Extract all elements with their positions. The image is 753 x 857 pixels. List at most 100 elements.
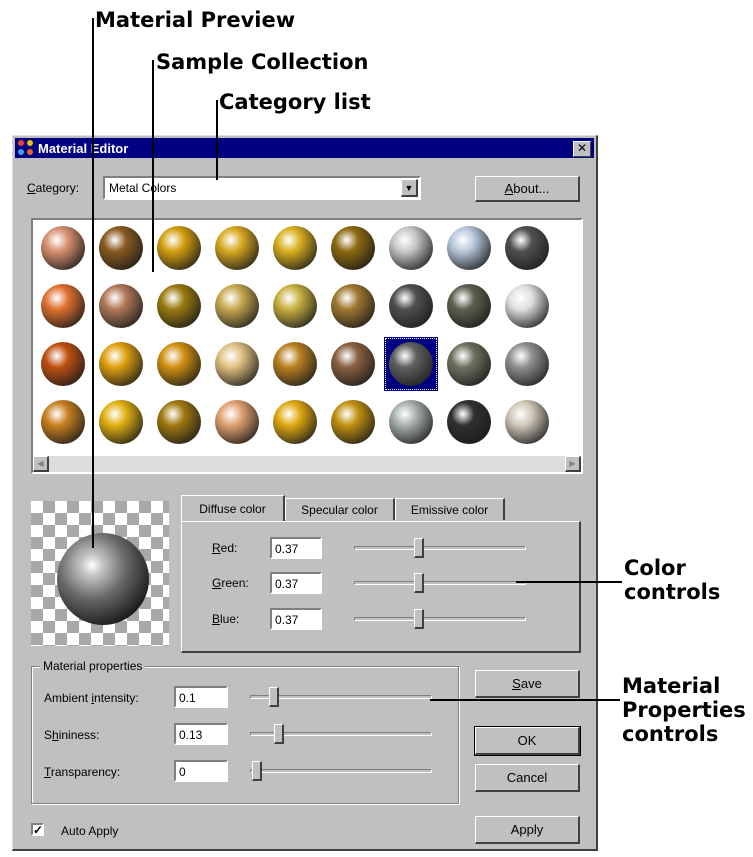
callout-material-line2: Properties	[622, 698, 746, 723]
auto-apply-label: Auto Apply	[61, 824, 119, 838]
callout-category-list: Category list	[219, 90, 371, 114]
chevron-down-icon[interactable]: ▼	[401, 179, 418, 197]
ambient-intensity-label: Ambient intensity:	[44, 691, 139, 705]
blue-label: Blue:	[212, 612, 240, 626]
red-input[interactable]: 0.37	[270, 537, 322, 559]
material-sample-sphere[interactable]	[331, 284, 375, 328]
material-sample-sphere[interactable]	[389, 400, 433, 444]
green-input[interactable]: 0.37	[270, 572, 322, 594]
material-sample-sphere[interactable]	[273, 284, 317, 328]
material-sample-sphere[interactable]	[447, 226, 491, 270]
material-sample-sphere[interactable]	[41, 342, 85, 386]
scroll-left-icon[interactable]: ◀	[33, 456, 49, 472]
material-sample-sphere[interactable]	[99, 226, 143, 270]
save-button[interactable]: Save	[475, 670, 580, 698]
shininess-input[interactable]: 0.13	[174, 723, 228, 745]
tab-specular-color[interactable]: Specular color	[285, 498, 395, 520]
material-properties-title: Material properties	[40, 659, 146, 673]
ambient-intensity-input[interactable]: 0.1	[174, 686, 228, 708]
material-sample-sphere[interactable]	[447, 284, 491, 328]
category-label: Category:	[27, 181, 80, 195]
material-sample-sphere[interactable]	[157, 342, 201, 386]
material-sample-sphere[interactable]	[505, 284, 549, 328]
leader-material-preview	[92, 18, 94, 548]
material-sample-sphere[interactable]	[505, 226, 549, 270]
red-label: Red:	[212, 541, 238, 555]
category-dropdown[interactable]: Metal Colors ▼	[103, 176, 421, 200]
category-value: Metal Colors	[109, 181, 177, 195]
close-button[interactable]: ✕	[573, 141, 591, 157]
auto-apply-checkbox[interactable]: ✓	[31, 823, 44, 836]
red-slider-thumb[interactable]	[413, 538, 424, 558]
material-sample-sphere[interactable]	[505, 342, 549, 386]
cancel-button[interactable]: Cancel	[475, 764, 580, 792]
leader-sample-collection	[152, 60, 154, 272]
transparency-label: Transparency:	[44, 765, 121, 779]
material-sample-sphere[interactable]	[505, 400, 549, 444]
tab-emissive-color[interactable]: Emissive color	[395, 498, 505, 520]
callout-color-line1: Color	[624, 556, 686, 580]
ok-button[interactable]: OK	[474, 726, 581, 756]
preview-sphere	[57, 533, 149, 625]
material-sample-sphere[interactable]	[389, 284, 433, 328]
transparency-slider-thumb[interactable]	[252, 761, 262, 781]
material-sample-sphere[interactable]	[99, 284, 143, 328]
material-sample-sphere[interactable]	[157, 400, 201, 444]
material-sample-sphere[interactable]	[273, 400, 317, 444]
apply-button[interactable]: Apply	[475, 816, 580, 844]
material-sample-sphere[interactable]	[215, 342, 259, 386]
callout-sample-collection: Sample Collection	[156, 50, 369, 74]
material-sample-sphere[interactable]	[389, 342, 433, 386]
color-controls-panel: Red: 0.37 Green: 0.37 Blue: 0.37	[181, 521, 581, 653]
leader-material-properties	[430, 699, 620, 701]
material-sample-sphere[interactable]	[41, 400, 85, 444]
material-sample-sphere[interactable]	[41, 284, 85, 328]
scroll-right-icon[interactable]: ▶	[565, 456, 581, 472]
material-sample-sphere[interactable]	[215, 400, 259, 444]
material-preview	[31, 501, 169, 646]
transparency-slider-track[interactable]	[250, 769, 432, 773]
app-icon	[18, 140, 34, 156]
green-label: Green:	[212, 576, 249, 590]
callout-material-line1: Material	[622, 674, 721, 698]
about-button[interactable]: About...	[475, 176, 580, 202]
ambient-slider-thumb[interactable]	[268, 687, 279, 707]
check-icon: ✓	[33, 823, 44, 837]
callout-color-line2: controls	[624, 580, 721, 605]
green-slider-track[interactable]	[354, 581, 526, 585]
callout-material-preview: Material Preview	[95, 8, 296, 32]
shininess-slider-thumb[interactable]	[273, 724, 284, 744]
material-sample-sphere[interactable]	[41, 226, 85, 270]
material-sample-sphere[interactable]	[331, 342, 375, 386]
transparency-input[interactable]: 0	[174, 760, 228, 782]
blue-slider-thumb[interactable]	[413, 609, 424, 629]
callout-color-controls: Color controls	[624, 556, 720, 604]
material-sample-sphere[interactable]	[273, 226, 317, 270]
material-sample-sphere[interactable]	[447, 342, 491, 386]
material-sample-sphere[interactable]	[99, 400, 143, 444]
leader-color-controls	[516, 581, 622, 583]
material-editor-dialog: Material Editor ✕ Category: Metal Colors…	[12, 135, 598, 851]
red-slider-track[interactable]	[354, 546, 526, 550]
tab-diffuse-color[interactable]: Diffuse color	[181, 495, 285, 521]
material-properties-group: Material properties Ambient intensity: 0…	[31, 659, 459, 804]
blue-input[interactable]: 0.37	[270, 608, 322, 630]
material-sample-sphere[interactable]	[99, 342, 143, 386]
leader-category-list	[216, 100, 218, 180]
material-sample-sphere[interactable]	[273, 342, 317, 386]
material-sample-sphere[interactable]	[215, 226, 259, 270]
material-sample-sphere[interactable]	[331, 400, 375, 444]
sample-collection[interactable]: ◀ ▶	[31, 218, 583, 474]
horizontal-scrollbar[interactable]: ◀ ▶	[33, 456, 581, 472]
material-sample-sphere[interactable]	[157, 284, 201, 328]
material-sample-sphere[interactable]	[157, 226, 201, 270]
material-sample-sphere[interactable]	[447, 400, 491, 444]
material-sample-sphere[interactable]	[215, 284, 259, 328]
green-slider-thumb[interactable]	[413, 573, 424, 593]
callout-material-line3: controls	[622, 722, 719, 747]
material-sample-sphere[interactable]	[331, 226, 375, 270]
blue-slider-track[interactable]	[354, 617, 526, 621]
title-bar[interactable]: Material Editor ✕	[15, 138, 594, 158]
material-sample-sphere[interactable]	[389, 226, 433, 270]
shininess-label: Shininess:	[44, 728, 100, 742]
